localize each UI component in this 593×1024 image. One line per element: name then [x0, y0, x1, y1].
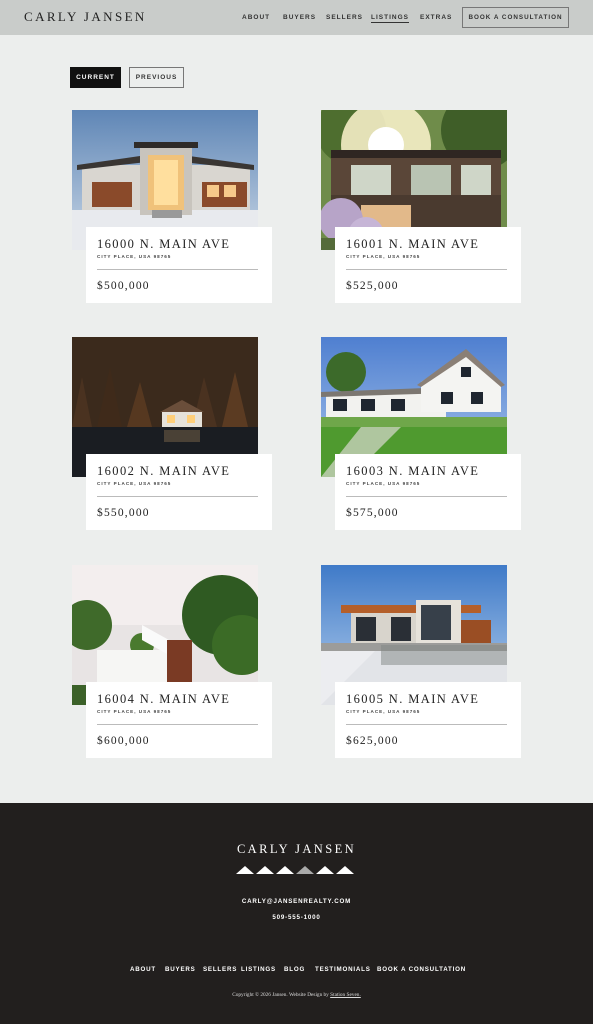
nav-buyers[interactable]: BUYERS — [283, 14, 316, 21]
listing-info: 16001 N. MAIN AVE CITY PLACE, USA 98765 … — [335, 227, 521, 303]
mountains-icon — [236, 866, 354, 874]
site-footer: CARLY JANSEN CARLY@JANSENREALTY.COM 509-… — [0, 803, 593, 1024]
listing-info: 16002 N. MAIN AVE CITY PLACE, USA 98765 … — [86, 454, 272, 530]
footer-nav-listings[interactable]: LISTINGS — [241, 966, 276, 973]
listing-price: $500,000 — [97, 280, 150, 292]
nav-about[interactable]: ABOUT — [242, 14, 270, 21]
listing-card[interactable]: 16000 N. MAIN AVE CITY PLACE, USA 98765 … — [72, 110, 272, 303]
listing-address[interactable]: 16002 N. MAIN AVE — [97, 464, 230, 479]
footer-nav-blog[interactable]: BLOG — [284, 966, 305, 973]
divider — [97, 496, 258, 497]
nav-sellers[interactable]: SELLERS — [326, 14, 363, 21]
listing-city: CITY PLACE, USA 98765 — [97, 481, 172, 486]
site-logo[interactable]: CARLY JANSEN — [24, 9, 147, 25]
listing-city: CITY PLACE, USA 98765 — [346, 709, 421, 714]
footer-phone[interactable]: 509-555-1000 — [0, 914, 593, 921]
tab-previous[interactable]: PREVIOUS — [129, 67, 184, 88]
footer-nav-buyers[interactable]: BUYERS — [165, 966, 196, 973]
nav-extras[interactable]: EXTRAS — [420, 14, 452, 21]
designer-credit-link[interactable]: Station Seven. — [330, 992, 361, 998]
footer-nav-book-consultation[interactable]: BOOK A CONSULTATION — [377, 966, 466, 973]
listing-address[interactable]: 16001 N. MAIN AVE — [346, 237, 479, 252]
listing-price: $575,000 — [346, 507, 399, 519]
listing-address[interactable]: 16000 N. MAIN AVE — [97, 237, 230, 252]
listing-card[interactable]: 16005 N. MAIN AVE CITY PLACE, USA 98765 … — [321, 565, 521, 758]
divider — [97, 269, 258, 270]
listing-info: 16003 N. MAIN AVE CITY PLACE, USA 98765 … — [335, 454, 521, 530]
divider — [97, 724, 258, 725]
listing-price: $525,000 — [346, 280, 399, 292]
listing-address[interactable]: 16003 N. MAIN AVE — [346, 464, 479, 479]
site-header: CARLY JANSEN ABOUT BUYERS SELLERS LISTIN… — [0, 0, 593, 35]
listing-city: CITY PLACE, USA 98765 — [97, 254, 172, 259]
listing-info: 16000 N. MAIN AVE CITY PLACE, USA 98765 … — [86, 227, 272, 303]
copyright: Copyright © 2026 Jansen. Website Design … — [0, 992, 593, 998]
footer-nav-sellers[interactable]: SELLERS — [203, 966, 237, 973]
footer-nav-about[interactable]: ABOUT — [130, 966, 156, 973]
footer-logo[interactable]: CARLY JANSEN — [0, 842, 593, 857]
divider — [346, 724, 507, 725]
nav-listings[interactable]: LISTINGS — [371, 14, 409, 23]
divider — [346, 496, 507, 497]
listing-card[interactable]: 16003 N. MAIN AVE CITY PLACE, USA 98765 … — [321, 337, 521, 530]
listing-card[interactable]: 16002 N. MAIN AVE CITY PLACE, USA 98765 … — [72, 337, 272, 530]
listing-city: CITY PLACE, USA 98765 — [346, 481, 421, 486]
listing-address[interactable]: 16005 N. MAIN AVE — [346, 692, 479, 707]
listing-price: $625,000 — [346, 735, 399, 747]
listing-card[interactable]: 16004 N. MAIN AVE CITY PLACE, USA 98765 … — [72, 565, 272, 758]
listing-info: 16004 N. MAIN AVE CITY PLACE, USA 98765 … — [86, 682, 272, 758]
book-consultation-button[interactable]: BOOK A CONSULTATION — [462, 7, 569, 28]
listing-price: $600,000 — [97, 735, 150, 747]
listing-city: CITY PLACE, USA 98765 — [97, 709, 172, 714]
divider — [346, 269, 507, 270]
listing-price: $550,000 — [97, 507, 150, 519]
listing-card[interactable]: 16001 N. MAIN AVE CITY PLACE, USA 98765 … — [321, 110, 521, 303]
copyright-text: Copyright © 2026 Jansen. Website Design … — [232, 992, 329, 998]
listing-address[interactable]: 16004 N. MAIN AVE — [97, 692, 230, 707]
footer-email[interactable]: CARLY@JANSENREALTY.COM — [0, 898, 593, 905]
footer-nav-testimonials[interactable]: TESTIMONIALS — [315, 966, 371, 973]
listing-city: CITY PLACE, USA 98765 — [346, 254, 421, 259]
listing-info: 16005 N. MAIN AVE CITY PLACE, USA 98765 … — [335, 682, 521, 758]
tab-current[interactable]: CURRENT — [70, 67, 121, 88]
